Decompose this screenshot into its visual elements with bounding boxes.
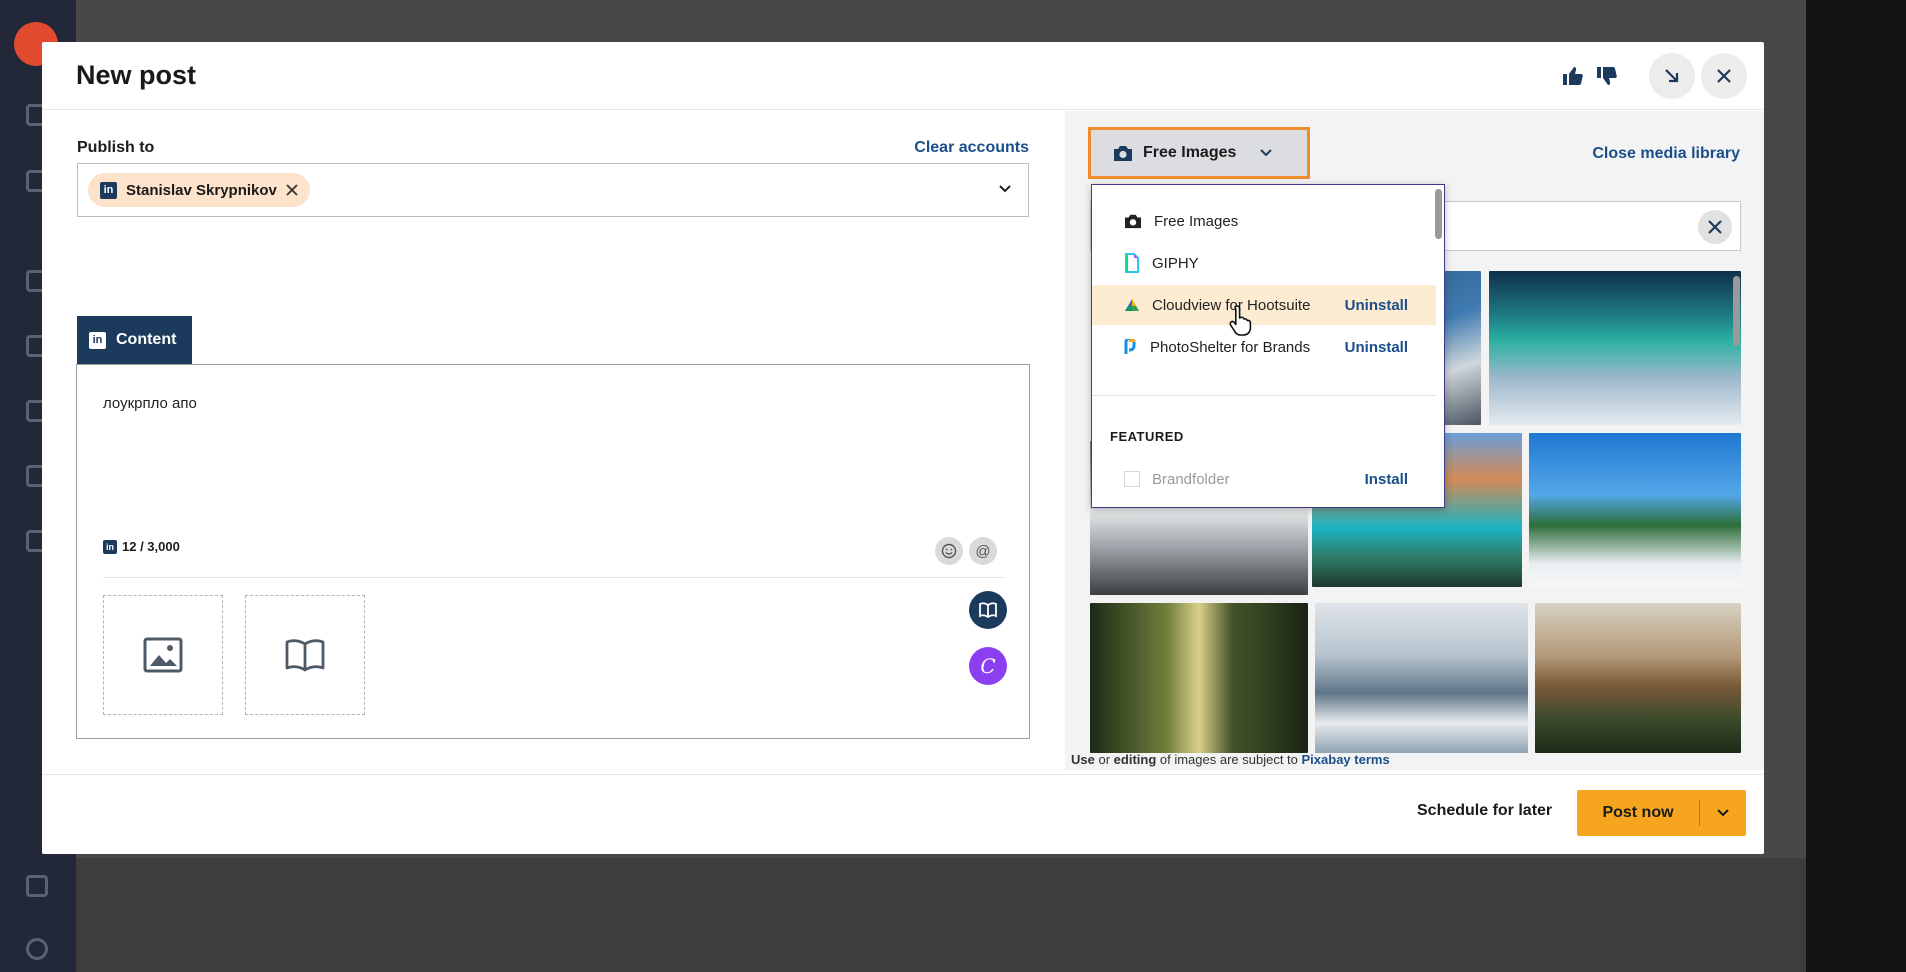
close-icon bbox=[1717, 69, 1731, 83]
page-title: New post bbox=[76, 60, 197, 90]
editor-divider bbox=[103, 577, 1005, 578]
character-counter: in 12 / 3,000 bbox=[103, 539, 180, 554]
add-image-button[interactable] bbox=[103, 595, 223, 715]
media-source-label: Free Images bbox=[1143, 144, 1237, 161]
image-thumbnail[interactable] bbox=[1090, 603, 1308, 753]
brandfolder-icon bbox=[1124, 471, 1140, 487]
post-now-label: Post now bbox=[1602, 804, 1674, 821]
terms-text-1: or bbox=[1094, 752, 1114, 767]
canva-button[interactable]: C bbox=[969, 647, 1007, 685]
pixabay-terms-link[interactable]: Pixabay terms bbox=[1302, 752, 1390, 767]
menu-item-free-images[interactable]: Free Images bbox=[1092, 201, 1436, 241]
character-count: 12 / 3,000 bbox=[122, 539, 180, 554]
at-icon: @ bbox=[975, 542, 991, 560]
mention-button[interactable]: @ bbox=[969, 537, 997, 565]
uninstall-photoshelter-link[interactable]: Uninstall bbox=[1345, 339, 1408, 356]
menu-item-photoshelter[interactable]: PhotoShelter for Brands Uninstall bbox=[1092, 327, 1436, 367]
cloudview-icon bbox=[1125, 299, 1139, 311]
minimize-button[interactable] bbox=[1649, 53, 1695, 99]
chevron-down-icon bbox=[1260, 149, 1273, 157]
linkedin-icon: in bbox=[100, 181, 117, 199]
modal-header: New post bbox=[42, 42, 1764, 110]
thumbs-up-icon[interactable] bbox=[1560, 64, 1586, 88]
book-icon bbox=[285, 639, 325, 672]
tab-content[interactable]: in Content bbox=[77, 316, 192, 364]
pixabay-terms: Use or editing of images are subject to … bbox=[1071, 752, 1390, 767]
clear-accounts-link[interactable]: Clear accounts bbox=[914, 139, 1029, 157]
camera-icon bbox=[1114, 146, 1132, 161]
giphy-icon bbox=[1125, 253, 1139, 273]
account-chip: in Stanislav Skrypnikov bbox=[88, 173, 310, 207]
menu-item-label: Free Images bbox=[1154, 212, 1239, 230]
image-icon bbox=[143, 637, 183, 673]
close-modal-button[interactable] bbox=[1701, 53, 1747, 99]
terms-editing: editing bbox=[1113, 752, 1157, 767]
new-post-modal: New post Publish to Clear accounts in St… bbox=[42, 42, 1764, 854]
menu-item-brandfolder: Brandfolder Install bbox=[1092, 459, 1436, 499]
publish-to-label: Publish to bbox=[77, 139, 155, 156]
uninstall-cloudview-link[interactable]: Uninstall bbox=[1345, 297, 1408, 314]
camera-icon bbox=[1125, 214, 1141, 229]
background-workspace bbox=[76, 858, 1806, 972]
chevron-down-icon[interactable] bbox=[998, 184, 1012, 194]
featured-heading: FEATURED bbox=[1110, 429, 1184, 444]
image-thumbnail[interactable] bbox=[1529, 433, 1741, 587]
composer-panel: Publish to Clear accounts in Stanislav S… bbox=[42, 111, 1065, 770]
schedule-for-later-button[interactable]: Schedule for later bbox=[1417, 802, 1552, 820]
post-now-button[interactable]: Post now bbox=[1577, 790, 1746, 836]
remove-account-icon[interactable] bbox=[286, 184, 298, 196]
install-brandfolder-link[interactable]: Install bbox=[1365, 471, 1408, 488]
photoshelter-icon bbox=[1124, 339, 1136, 354]
image-thumbnail[interactable] bbox=[1315, 603, 1528, 753]
image-thumbnail[interactable] bbox=[1489, 271, 1741, 425]
clear-search-button[interactable] bbox=[1698, 210, 1732, 244]
post-editor[interactable]: лоукрпло апо in 12 / 3,000 @ C bbox=[76, 364, 1030, 739]
tab-content-label: Content bbox=[116, 331, 177, 348]
image-thumbnail[interactable] bbox=[1535, 603, 1741, 753]
media-source-menu: Free Images GIPHY Cloudview for Hootsuit… bbox=[1091, 184, 1445, 508]
arrow-down-right-icon bbox=[1665, 69, 1679, 83]
account-selector[interactable]: in Stanislav Skrypnikov bbox=[77, 163, 1029, 217]
emoji-button[interactable] bbox=[935, 537, 963, 565]
emoji-icon bbox=[941, 543, 957, 559]
thumbs-down-icon[interactable] bbox=[1594, 64, 1620, 88]
menu-scrollbar[interactable] bbox=[1435, 189, 1442, 239]
terms-use: Use bbox=[1071, 752, 1095, 767]
menu-item-label: PhotoShelter for Brands bbox=[1150, 338, 1311, 356]
account-name: Stanislav Skrypnikov bbox=[126, 181, 277, 199]
canva-icon: C bbox=[980, 654, 996, 678]
sidebar-apps-icon[interactable] bbox=[26, 875, 48, 897]
add-from-library-button[interactable] bbox=[245, 595, 365, 715]
menu-item-label: Brandfolder bbox=[1152, 470, 1230, 488]
terms-text-2: of images are subject to bbox=[1156, 752, 1302, 767]
linkedin-icon: in bbox=[89, 331, 106, 349]
menu-item-giphy[interactable]: GIPHY bbox=[1092, 243, 1436, 283]
linkedin-icon: in bbox=[103, 539, 117, 554]
menu-item-label: GIPHY bbox=[1152, 254, 1199, 272]
menu-divider bbox=[1092, 395, 1436, 396]
menu-item-cloudview[interactable]: Cloudview for Hootsuite Uninstall bbox=[1092, 285, 1436, 325]
media-scrollbar[interactable] bbox=[1733, 276, 1740, 346]
hand-cursor-icon bbox=[1229, 305, 1252, 336]
media-source-dropdown[interactable]: Free Images bbox=[1088, 127, 1310, 179]
chevron-down-icon bbox=[1717, 809, 1729, 817]
close-media-library-link[interactable]: Close media library bbox=[1592, 145, 1740, 163]
post-options-button[interactable] bbox=[1700, 809, 1746, 817]
close-icon bbox=[1708, 220, 1722, 234]
book-icon bbox=[979, 602, 997, 618]
post-text[interactable]: лоукрпло апо bbox=[103, 395, 197, 412]
screen-edge bbox=[1806, 0, 1906, 972]
modal-footer: Schedule for later Post now bbox=[42, 774, 1764, 854]
sidebar-help-icon[interactable] bbox=[26, 938, 48, 960]
content-library-button[interactable] bbox=[969, 591, 1007, 629]
